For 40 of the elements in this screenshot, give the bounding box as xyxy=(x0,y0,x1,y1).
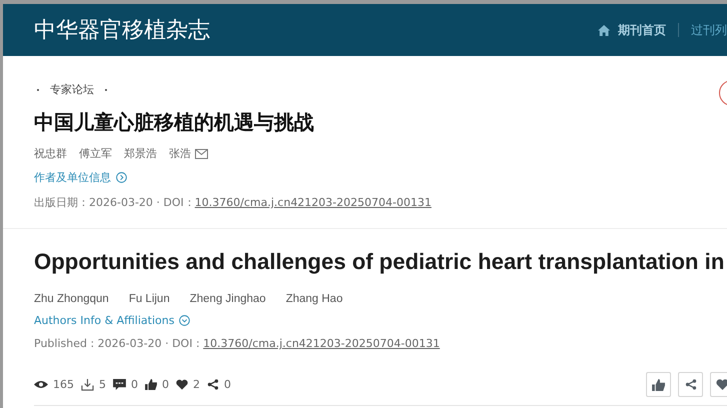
stat-count: 0 xyxy=(224,378,231,391)
share-icon xyxy=(684,379,696,390)
thumbs-up-icon xyxy=(652,378,665,390)
journal-title: 中华器官移植杂志 xyxy=(34,17,210,45)
author-name[interactable]: 张浩 xyxy=(169,146,191,161)
download-icon xyxy=(81,378,94,390)
author-name[interactable]: Zhu Zhongqun xyxy=(34,293,109,305)
doi-link[interactable]: 10.3760/cma.j.cn421203-20250704-00131 xyxy=(203,337,440,350)
author-name[interactable]: Fu Lijun xyxy=(128,293,170,305)
publish-date: Published : 2026-03-20 · DOI : xyxy=(34,337,201,350)
action-button[interactable] xyxy=(678,372,703,397)
action-button[interactable] xyxy=(646,372,671,397)
publish-date: 出版日期：2026-03-20 · DOI： xyxy=(34,196,195,209)
author-name[interactable]: 祝忠群 xyxy=(34,146,67,161)
nav-link[interactable]: 过刊列 xyxy=(691,22,727,38)
author-name[interactable]: 郑景浩 xyxy=(124,146,157,161)
author-name[interactable]: Zhang Hao xyxy=(286,293,343,305)
home-icon xyxy=(598,24,610,36)
expand-icon xyxy=(179,315,190,326)
heart-icon xyxy=(176,379,188,390)
comment-icon xyxy=(113,379,126,390)
column-label: 专家论坛 xyxy=(50,82,94,97)
expand-icon xyxy=(116,172,127,183)
stat-count: 165 xyxy=(53,378,74,391)
share-icon xyxy=(207,379,219,390)
author-info-link[interactable]: 作者及单位信息 xyxy=(34,170,111,185)
doi-link[interactable]: 10.3760/cma.j.cn421203-20250704-00131 xyxy=(194,196,432,209)
stat-count: 2 xyxy=(193,378,200,391)
author-name[interactable]: Zheng Jinghao xyxy=(190,293,266,305)
stat-count: 0 xyxy=(162,378,169,391)
nav-link[interactable]: 期刊首页 xyxy=(618,22,666,38)
heart-icon xyxy=(716,379,727,390)
article-title: 中国儿童心脏移植的机遇与挑战 xyxy=(34,109,315,136)
author-info-link[interactable]: Authors Info & Affiliations xyxy=(34,314,174,327)
stat-count: 0 xyxy=(131,378,138,391)
eye-icon xyxy=(34,380,48,389)
article-title-english: Opportunities and challenges of pediatric heart transplantation in xyxy=(34,249,726,275)
author-name[interactable]: 傅立军 xyxy=(79,146,112,161)
thumbs-up-icon xyxy=(145,379,157,390)
stat-count: 5 xyxy=(99,378,106,391)
